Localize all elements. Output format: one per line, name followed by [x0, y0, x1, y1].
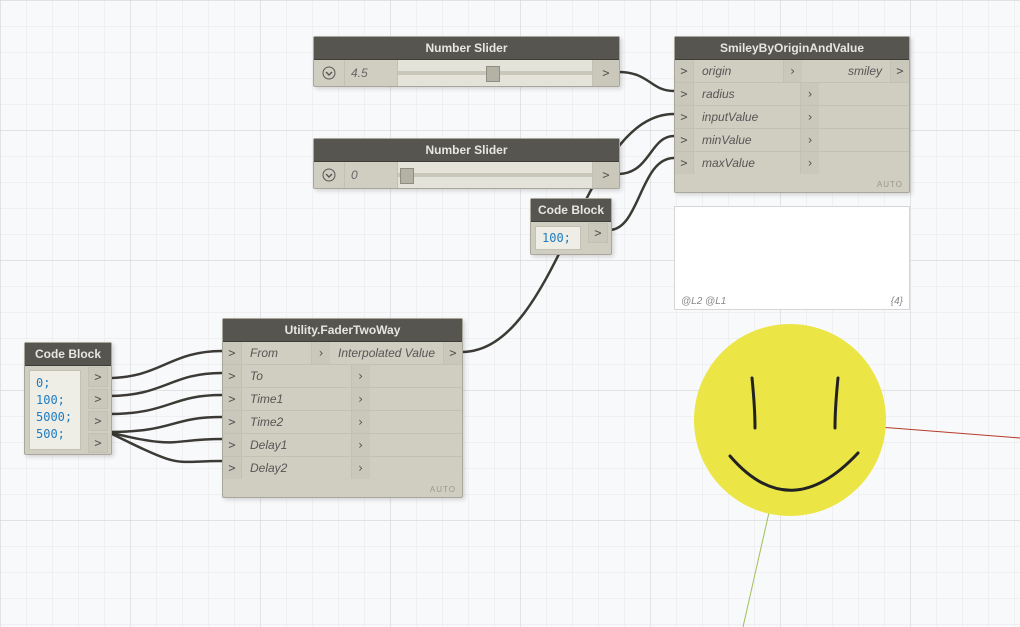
chevron-icon: › [351, 434, 370, 456]
output-port[interactable]: > [593, 162, 619, 188]
preview-left-label: @L2 @L1 [681, 296, 726, 307]
output-port[interactable]: > [88, 411, 108, 431]
slider-track[interactable] [397, 162, 593, 188]
node-title: Utility.FaderTwoWay [223, 319, 462, 342]
chevron-icon: › [351, 457, 370, 479]
input-port[interactable]: > [223, 457, 242, 479]
node-code-block-2[interactable]: Code Block 100; > [530, 198, 612, 255]
slider-value: 4.5 [345, 66, 397, 80]
lacing-label: AUTO [430, 485, 456, 494]
port-label: Time1 [242, 392, 351, 406]
port-label: To [242, 369, 351, 383]
port-label: maxValue [694, 156, 800, 170]
node-title: Code Block [531, 199, 611, 222]
chevron-icon: › [783, 60, 802, 82]
input-port[interactable]: > [675, 83, 694, 105]
port-label: Delay2 [242, 461, 351, 475]
dropdown-toggle[interactable] [314, 162, 345, 188]
node-title: SmileyByOriginAndValue [675, 37, 909, 60]
node-code-block-1[interactable]: Code Block 0; 100; 5000; 500; > > > > [24, 342, 112, 455]
code-editor[interactable]: 100; [535, 226, 581, 250]
output-port[interactable]: > [593, 60, 619, 86]
slider-thumb[interactable] [486, 66, 500, 82]
port-label: radius [694, 87, 800, 101]
node-number-slider-2[interactable]: Number Slider 0 > [313, 138, 620, 189]
node-title: Code Block [25, 343, 111, 366]
port-label: minValue [694, 133, 800, 147]
node-smiley[interactable]: SmileyByOriginAndValue >origin›smiley> >… [674, 36, 910, 193]
port-label: Interpolated Value [330, 346, 443, 360]
output-port[interactable]: > [88, 433, 108, 453]
input-port[interactable]: > [675, 106, 694, 128]
slider-track[interactable] [397, 60, 593, 86]
input-port[interactable]: > [223, 365, 242, 387]
code-editor[interactable]: 0; 100; 5000; 500; [29, 370, 81, 450]
chevron-icon: › [800, 83, 819, 105]
port-label: smiley [802, 64, 891, 78]
input-port[interactable]: > [675, 152, 694, 174]
port-label: From [242, 346, 311, 360]
port-label: Delay1 [242, 438, 351, 452]
chevron-icon: › [351, 411, 370, 433]
chevron-icon: › [800, 129, 819, 151]
port-label: Time2 [242, 415, 351, 429]
input-port[interactable]: > [675, 129, 694, 151]
chevron-icon: › [311, 342, 330, 364]
output-port[interactable]: > [88, 367, 108, 387]
input-port[interactable]: > [223, 388, 242, 410]
chevron-icon: › [800, 152, 819, 174]
output-port[interactable]: > [890, 60, 909, 82]
output-port[interactable]: > [588, 223, 608, 243]
output-port[interactable]: > [88, 389, 108, 409]
dropdown-toggle[interactable] [314, 60, 345, 86]
lacing-label: AUTO [877, 180, 903, 189]
output-port[interactable]: > [443, 342, 462, 364]
port-label: origin [694, 64, 783, 78]
input-port[interactable]: > [223, 434, 242, 456]
input-port[interactable]: > [675, 60, 694, 82]
slider-thumb[interactable] [400, 168, 414, 184]
input-port[interactable]: > [223, 342, 242, 364]
preview-right-label: {4} [891, 296, 903, 307]
port-label: inputValue [694, 110, 800, 124]
preview-panel[interactable]: @L2 @L1 {4} [674, 206, 910, 310]
chevron-icon: › [351, 365, 370, 387]
chevron-icon: › [351, 388, 370, 410]
slider-value: 0 [345, 168, 397, 182]
node-number-slider-1[interactable]: Number Slider 4.5 > [313, 36, 620, 87]
node-title: Number Slider [314, 139, 619, 162]
chevron-icon: › [800, 106, 819, 128]
node-fader-two-way[interactable]: Utility.FaderTwoWay >From›Interpolated V… [222, 318, 463, 498]
input-port[interactable]: > [223, 411, 242, 433]
node-title: Number Slider [314, 37, 619, 60]
